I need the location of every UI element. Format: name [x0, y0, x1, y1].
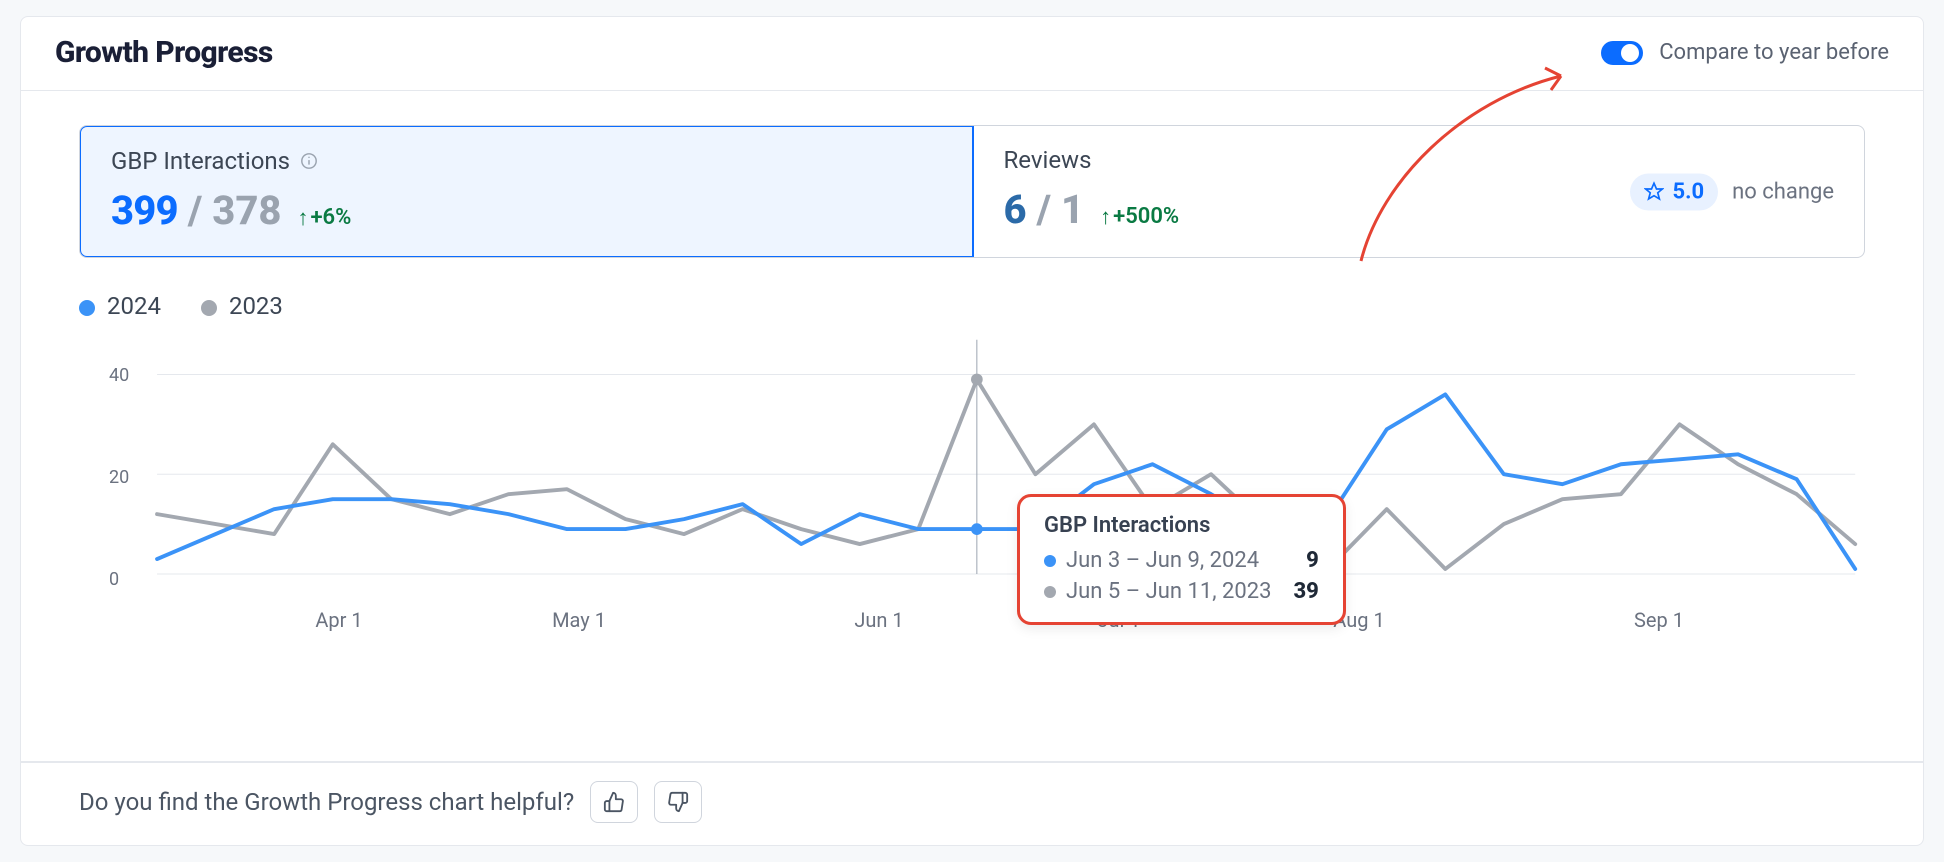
x-tick-label: Jun 1	[854, 608, 903, 632]
card-footer: Do you find the Growth Progress chart he…	[21, 761, 1923, 845]
rating-badge: 5.0	[1630, 173, 1718, 210]
compare-label: Compare to year before	[1659, 40, 1889, 65]
x-tick-label: Apr 1	[315, 608, 362, 632]
tab-gbp-interactions[interactable]: GBP Interactions 399 / 378 ↑+6%	[79, 125, 974, 258]
tooltip-title: GBP Interactions	[1044, 513, 1319, 538]
rating-change: no change	[1732, 179, 1834, 204]
thumbs-down-icon	[667, 791, 689, 813]
line-chart[interactable]: 02040 Apr 1May 1Jun 1Jul 1Aug 1Sep 1 GBP…	[79, 330, 1865, 630]
tooltip-row2-value: 39	[1293, 579, 1318, 604]
card-body: GBP Interactions 399 / 378 ↑+6% Revi	[21, 91, 1923, 630]
gbp-prev-value: 378	[212, 187, 281, 234]
card-header: Growth Progress Compare to year before	[21, 17, 1923, 91]
chart-tooltip: GBP Interactions Jun 3 – Jun 9, 2024 9 J…	[1017, 494, 1346, 625]
tooltip-row1-value: 9	[1306, 548, 1319, 573]
reviews-prev-value: 1	[1061, 186, 1084, 233]
tooltip-row1-label: Jun 3 – Jun 9, 2024	[1066, 548, 1259, 573]
legend-prev: 2023	[201, 292, 283, 320]
thumbs-down-button[interactable]	[654, 781, 702, 823]
thumbs-up-button[interactable]	[590, 781, 638, 823]
y-tick-label: 20	[109, 467, 129, 488]
tooltip-row2-label: Jun 5 – Jun 11, 2023	[1066, 579, 1271, 604]
y-tick-label: 0	[109, 569, 119, 590]
tab-gbp-title: GBP Interactions	[111, 147, 290, 175]
compare-control: Compare to year before	[1601, 40, 1889, 65]
thumbs-up-icon	[603, 791, 625, 813]
reviews-current-value: 6	[1004, 186, 1027, 233]
reviews-delta: ↑+500%	[1100, 203, 1179, 229]
chart-legend: 2024 2023	[79, 292, 1865, 320]
tab-reviews-title: Reviews	[1004, 146, 1092, 174]
gbp-current-value: 399	[111, 187, 178, 234]
rating-value: 5.0	[1672, 179, 1704, 204]
compare-toggle[interactable]	[1601, 41, 1643, 65]
y-tick-label: 40	[109, 365, 129, 386]
x-tick-label: May 1	[552, 608, 606, 632]
metric-tabs: GBP Interactions 399 / 378 ↑+6% Revi	[79, 125, 1865, 258]
tab-reviews[interactable]: Reviews 6 / 1 ↑+500% 5.0 no change	[973, 126, 1865, 257]
growth-progress-card: Growth Progress Compare to year before G…	[20, 16, 1924, 846]
x-tick-label: Sep 1	[1634, 608, 1684, 632]
star-icon	[1644, 182, 1664, 202]
feedback-question: Do you find the Growth Progress chart he…	[79, 788, 574, 816]
card-title: Growth Progress	[55, 35, 273, 70]
gbp-delta: ↑+6%	[297, 204, 351, 230]
info-icon[interactable]	[300, 152, 318, 170]
legend-current: 2024	[79, 292, 161, 320]
